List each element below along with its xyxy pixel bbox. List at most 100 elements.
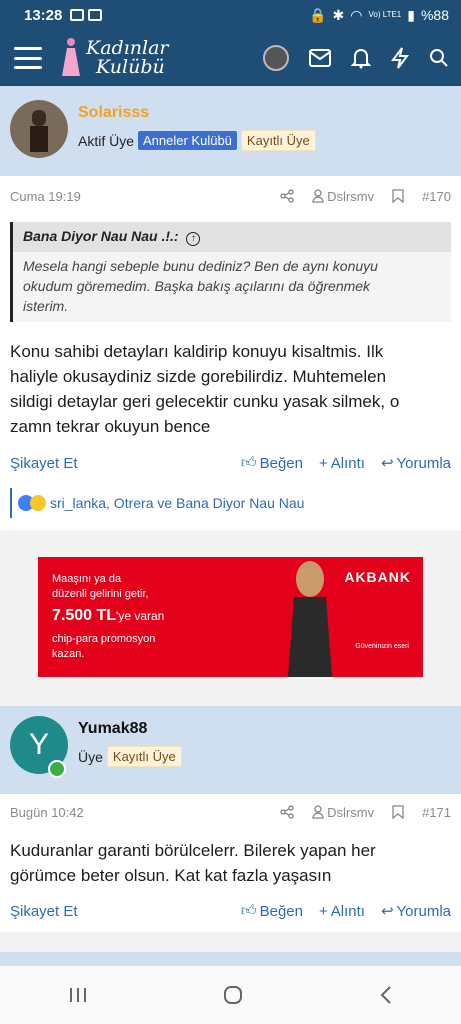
bookmark-icon[interactable] — [392, 805, 404, 819]
post-line: sildigi detaylar geri gelecektir cunku y… — [10, 392, 400, 411]
ad-person-image — [288, 561, 332, 677]
expand-quote-icon[interactable]: ↑ — [186, 232, 201, 246]
logo-line-2: Kulübü — [96, 56, 165, 78]
online-status-icon — [48, 760, 66, 778]
plus-icon: + — [318, 454, 328, 472]
thumbs-up-icon: 👍︎ — [240, 902, 257, 919]
reply-label: Yorumla — [396, 454, 451, 472]
quote-button[interactable]: + Alıntı — [319, 454, 365, 472]
signal-icon: ▮ — [407, 6, 415, 23]
reply-icon: ↩ — [380, 903, 394, 920]
menu-icon[interactable] — [14, 47, 42, 69]
report-link[interactable]: Şikayet Et — [10, 903, 78, 920]
like-button[interactable]: 👍︎ Beğen — [241, 902, 303, 920]
reactions-bar[interactable]: sri_lanka, Otrera ve Bana Diyor Nau Nau — [10, 488, 451, 518]
status-bar: 13:28 🔒 ✱ ◠ Vo) LTE1 ▮ %88 — [0, 0, 461, 30]
home-icon[interactable] — [223, 985, 243, 1005]
quote-line: isterim. — [23, 298, 69, 314]
recent-apps-icon[interactable] — [68, 986, 88, 1004]
share-icon[interactable] — [280, 189, 294, 203]
user-avatar-solarisss[interactable] — [10, 100, 68, 158]
quote-label: Alıntı — [330, 454, 365, 472]
mail-icon[interactable] — [309, 49, 331, 67]
system-nav-bar — [0, 966, 461, 1024]
user-icon — [312, 189, 324, 203]
quote-line: okudum göremedim. Başka bakış açılarını … — [23, 278, 371, 294]
quote-header[interactable]: Bana Diyor Nau Nau .!.: ↑ — [13, 222, 451, 252]
quote-text: Mesela hangi sebeple bunu dediniz? Ben d… — [13, 252, 451, 322]
quote-author: Bana Diyor Nau Nau .!.: — [23, 228, 179, 244]
post-number[interactable]: #171 — [422, 805, 451, 820]
reply-icon: ↩ — [380, 455, 394, 472]
ad-tagline: Güveninizin eseri — [355, 643, 409, 650]
plus-icon: + — [318, 902, 328, 920]
user-avatar[interactable] — [263, 45, 289, 71]
advertisement-banner[interactable]: Maaşını ya da düzenli gelirini getir, 7.… — [38, 557, 423, 677]
sad-reaction-icon — [30, 495, 46, 511]
author-tag[interactable]: Dslrsmv — [312, 805, 374, 820]
author-tag[interactable]: Dslrsmv — [312, 189, 374, 204]
bookmark-icon[interactable] — [392, 189, 404, 203]
post-header: Solarisss Aktif Üye Anneler Kulübü Kayıt… — [0, 86, 461, 176]
post-body: Cuma 19:19 Dslrsmv #170 Bana Diyor Nau N… — [0, 176, 461, 530]
logo-text: Kadınlar Kulübü — [86, 39, 169, 77]
ad-line: düzenli gelirini getir, — [52, 588, 149, 600]
next-post-header — [0, 952, 461, 966]
user-role: Aktif Üye — [78, 132, 135, 149]
post-header: Y Yumak88 Üye Kayıtlı Üye — [0, 706, 461, 794]
ad-line: chip-para promosyon — [52, 633, 156, 645]
battery-label: %88 — [420, 7, 449, 23]
post-line: haliyle okusaydiniz sizde gorebilirdiz. … — [10, 367, 387, 386]
post-line: Konu sahibi detayları kaldirip konuyu ki… — [10, 342, 384, 361]
ad-line: Maaşını ya da — [52, 573, 122, 585]
app-header: Kadınlar Kulübü — [0, 30, 461, 86]
username[interactable]: Yumak88 — [78, 720, 147, 738]
check-notification-icon — [88, 9, 103, 21]
wifi-icon: ◠ — [350, 6, 363, 23]
avatar-letter: Y — [28, 728, 49, 761]
quote-label: Alıntı — [330, 902, 365, 920]
user-icon — [312, 805, 324, 819]
like-label: Beğen — [259, 454, 303, 472]
post-line: zamn tekrar okuyun bence — [10, 417, 211, 436]
bell-icon[interactable] — [351, 47, 371, 69]
ad-line: kazan. — [52, 648, 85, 660]
like-label: Beğen — [259, 902, 303, 920]
report-link[interactable]: Şikayet Et — [10, 455, 78, 472]
site-logo[interactable]: Kadınlar Kulübü — [60, 36, 169, 80]
reply-label: Yorumla — [396, 902, 451, 920]
ad-amount-value: 7.500 TL — [52, 607, 117, 624]
youtube-notification-icon — [70, 9, 85, 21]
quote-button[interactable]: + Alıntı — [319, 902, 365, 920]
post-number[interactable]: #170 — [422, 189, 451, 204]
lock-icon: 🔒 — [309, 6, 327, 23]
reactions-users[interactable]: sri_lanka, Otrera ve Bana Diyor Nau Nau — [50, 495, 304, 511]
thumbs-up-icon: 👍︎ — [240, 454, 257, 471]
post-body: Bugün 10:42 Dslrsmv #171 Kuduranlar gara… — [0, 794, 461, 932]
post-text: Konu sahibi detayları kaldirip konuyu ki… — [10, 339, 440, 439]
reply-button[interactable]: ↩ Yorumla — [380, 902, 451, 921]
user-role: Üye — [78, 748, 103, 765]
post-date[interactable]: Cuma 19:19 — [10, 189, 81, 204]
registered-badge: Kayıtlı Üye — [240, 130, 316, 151]
share-icon[interactable] — [280, 805, 294, 819]
group-badge: Anneler Kulübü — [138, 131, 237, 150]
search-icon[interactable] — [429, 48, 449, 68]
like-button[interactable]: 👍︎ Beğen — [241, 454, 303, 472]
ad-brand-logo: AKBANK — [344, 569, 411, 585]
author-tag-label: Dslrsmv — [327, 804, 375, 820]
ad-amount: 7.500 TL'ye varan — [52, 607, 164, 625]
post-date[interactable]: Bugün 10:42 — [10, 805, 84, 820]
author-tag-label: Dslrsmv — [327, 188, 375, 204]
ad-amount-suffix: 'ye varan — [116, 609, 165, 623]
back-icon[interactable] — [379, 985, 393, 1005]
post-line: Kuduranlar garanti börülcelerr. Bilerek … — [10, 841, 376, 860]
quote-line: Mesela hangi sebeple bunu dediniz? Ben d… — [23, 258, 378, 274]
reply-button[interactable]: ↩ Yorumla — [380, 454, 451, 473]
post-line: görümce beter olsun. Kat kat fazla yaşas… — [10, 866, 332, 885]
quote-block: Bana Diyor Nau Nau .!.: ↑ Mesela hangi s… — [10, 222, 451, 322]
status-time: 13:28 — [24, 6, 63, 24]
lightning-icon[interactable] — [391, 47, 409, 69]
username[interactable]: Solarisss — [78, 104, 149, 122]
bluetooth-icon: ✱ — [332, 6, 345, 23]
